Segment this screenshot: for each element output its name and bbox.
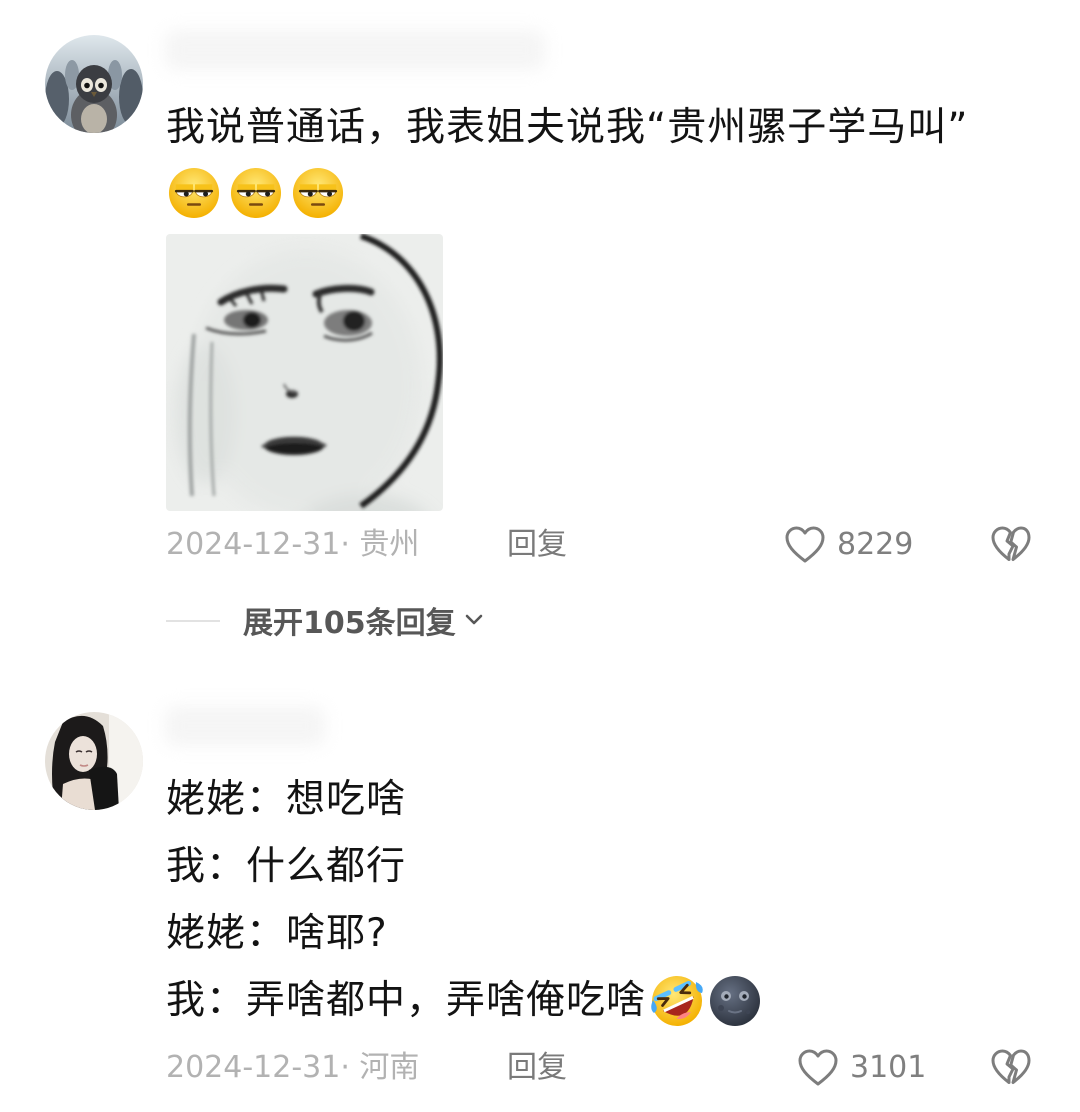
unamused-face-icon [230, 167, 282, 219]
reply-button[interactable]: 回复 [507, 1046, 567, 1090]
heart-outline-icon [783, 523, 827, 567]
heart-outline-icon [796, 1046, 840, 1090]
new-moon-face-icon [708, 974, 762, 1028]
unamused-face-icon [292, 167, 344, 219]
comment-date-location: 2024-12-31· 河南 [166, 1050, 420, 1085]
chevron-down-icon [464, 613, 484, 627]
username-blurred[interactable] [165, 706, 325, 746]
commenter-avatar[interactable] [45, 712, 143, 810]
like-button[interactable]: 8229 [783, 523, 913, 567]
comment-line: 姥姥：想吃啥 [166, 766, 762, 833]
comment-line-text: 我：弄啥都中，弄啥俺吃啥 [166, 978, 647, 1023]
comment-line: 我：什么都行 [166, 833, 762, 900]
like-count: 3101 [850, 1050, 927, 1085]
comment-date-location: 2024-12-31· 贵州 [166, 527, 420, 562]
username-blurred[interactable] [165, 30, 545, 70]
expand-divider [166, 620, 220, 622]
comment-line: 姥姥：啥耶? [166, 900, 762, 967]
broken-heart-icon [989, 523, 1033, 567]
penguin-avatar-image [45, 35, 143, 133]
commenter-avatar[interactable] [45, 35, 143, 133]
rolling-laughing-face-icon [650, 974, 704, 1028]
comment-line: 我：弄啥都中，弄啥俺吃啥 [166, 967, 762, 1034]
dislike-button[interactable] [989, 523, 1033, 567]
like-count: 8229 [837, 527, 914, 562]
girl-avatar-image [45, 712, 143, 810]
comment-line-text: 我：什么都行 [166, 844, 407, 889]
like-button[interactable]: 3101 [796, 1046, 926, 1090]
reply-button[interactable]: 回复 [507, 523, 567, 567]
comment-line-text: 姥姥：想吃啥 [166, 777, 407, 822]
unamused-face-icon [168, 167, 220, 219]
comment-emojis [168, 167, 344, 219]
meme-face-drawing [166, 234, 443, 511]
comment-text: 姥姥：想吃啥 我：什么都行 姥姥：啥耶? 我：弄啥都中，弄啥俺吃啥 [166, 766, 762, 1034]
broken-heart-icon [989, 1046, 1033, 1090]
dislike-button[interactable] [989, 1046, 1033, 1090]
meme-face-image[interactable] [166, 234, 443, 511]
expand-replies-button[interactable]: 展开105条回复 [243, 598, 484, 642]
comment-line-text: 姥姥：啥耶? [166, 911, 388, 956]
expand-replies-label: 展开105条回复 [243, 606, 456, 641]
comment-text: 我说普通话，我表姐夫说我“贵州骡子学马叫” [166, 105, 969, 150]
